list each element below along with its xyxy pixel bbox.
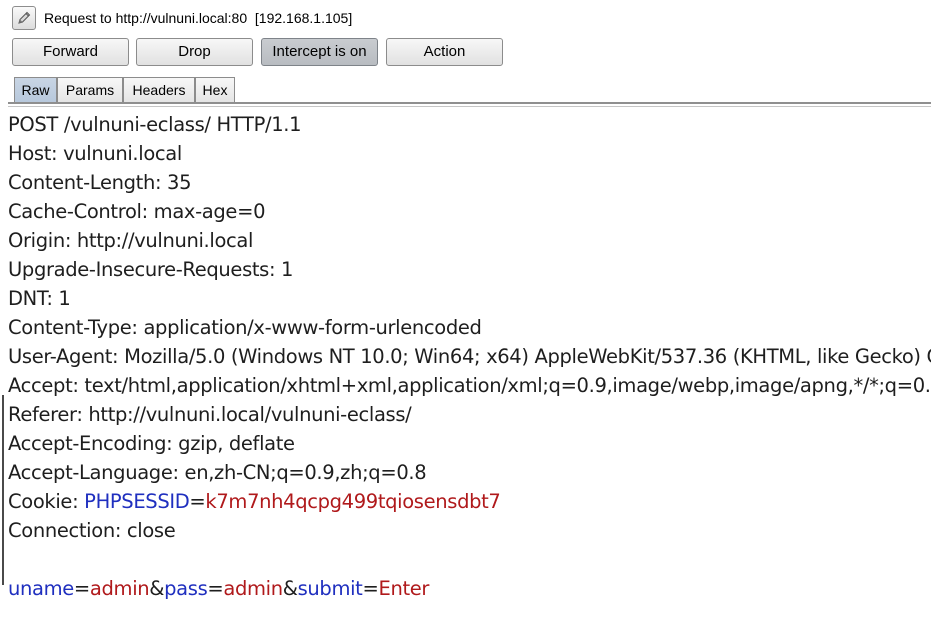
editor-left-border — [2, 395, 4, 585]
header-line: Accept-Encoding: gzip, deflate — [8, 432, 295, 455]
tab-hex[interactable]: Hex — [195, 77, 235, 103]
action-button[interactable]: Action — [386, 38, 503, 66]
body-equals: = — [73, 577, 90, 600]
cookie-header-prefix: Cookie: — [8, 490, 85, 513]
header-line: Content-Type: application/x-www-form-url… — [8, 316, 482, 339]
header-line: DNT: 1 — [8, 287, 71, 310]
request-target-label: Request to http://vulnuni.local:80 [192.… — [44, 10, 353, 26]
body-param-name: submit — [297, 577, 363, 600]
body-param-name: uname — [8, 577, 74, 600]
header-line: Origin: http://vulnuni.local — [8, 229, 254, 252]
tab-divider-light — [8, 106, 931, 107]
header-line: Upgrade-Insecure-Requests: 1 — [8, 258, 294, 281]
cookie-name: PHPSESSID — [84, 490, 190, 513]
raw-request-editor[interactable]: POST /vulnuni-eclass/ HTTP/1.1 Host: vul… — [0, 108, 931, 639]
cookie-header-line: Cookie: PHPSESSID=k7m7nh4qcpg499tqiosens… — [8, 487, 501, 516]
body-param-value: Enter — [378, 577, 430, 600]
intercept-panel: Request to http://vulnuni.local:80 [192.… — [0, 0, 931, 639]
body-ampersand: & — [282, 577, 298, 600]
cookie-equals: = — [189, 490, 206, 513]
body-param-value: admin — [223, 577, 283, 600]
request-line: POST /vulnuni-eclass/ HTTP/1.1 — [8, 113, 302, 136]
header-line: User-Agent: Mozilla/5.0 (Windows NT 10.0… — [8, 345, 931, 368]
cookie-value: k7m7nh4qcpg499tqiosensdbt7 — [205, 490, 501, 513]
body-equals: = — [207, 577, 224, 600]
header-line: Cache-Control: max-age=0 — [8, 200, 266, 223]
header-line: Connection: close — [8, 519, 176, 542]
request-info-bar: Request to http://vulnuni.local:80 [192.… — [0, 0, 931, 36]
edit-request-button[interactable] — [12, 6, 36, 30]
tab-raw[interactable]: Raw — [14, 77, 57, 103]
tab-divider — [8, 102, 931, 104]
header-line: Accept-Language: en,zh-CN;q=0.9,zh;q=0.8 — [8, 461, 427, 484]
header-line: Host: vulnuni.local — [8, 142, 182, 165]
tab-params[interactable]: Params — [57, 77, 123, 103]
pencil-icon — [18, 11, 31, 24]
intercept-toggle-button[interactable]: Intercept is on — [261, 38, 378, 66]
body-ampersand: & — [149, 577, 165, 600]
header-line: Content-Length: 35 — [8, 171, 192, 194]
header-line: Referer: http://vulnuni.local/vulnuni-ec… — [8, 403, 412, 426]
body-param-name: pass — [164, 577, 208, 600]
request-body-line: uname=admin&pass=admin&submit=Enter — [8, 574, 429, 603]
body-param-value: admin — [89, 577, 150, 600]
forward-button[interactable]: Forward — [12, 38, 129, 66]
tab-headers[interactable]: Headers — [123, 77, 195, 103]
drop-button[interactable]: Drop — [136, 38, 253, 66]
body-equals: = — [362, 577, 379, 600]
header-line: Accept: text/html,application/xhtml+xml,… — [8, 374, 931, 397]
